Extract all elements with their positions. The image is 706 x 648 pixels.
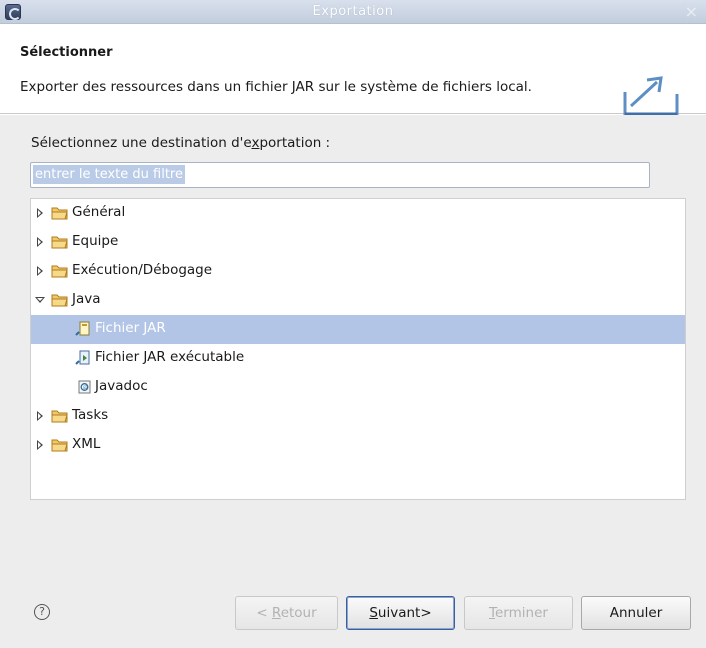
expand-arrow-icon[interactable] [35, 207, 45, 219]
destination-label: Sélectionnez une destination d'exportati… [31, 135, 331, 151]
tree-item[interactable]: Fichier JAR exécutable [31, 344, 685, 373]
tree-item-label: Général [72, 204, 126, 220]
tree-item-label: Javadoc [95, 378, 148, 394]
help-icon[interactable]: ? [34, 604, 50, 620]
finish-button[interactable]: Terminer [464, 596, 573, 630]
tree-item[interactable]: Tasks [31, 402, 685, 431]
javadoc-icon: @ [75, 379, 93, 395]
expand-arrow-icon[interactable] [35, 265, 45, 277]
tree-item-label: XML [72, 436, 101, 452]
wizard-header: Sélectionner Exporter des ressources dan… [0, 24, 706, 116]
window-title: Exportation [312, 4, 394, 19]
tree-item-label: Java [72, 291, 101, 307]
runnable-jar-icon [75, 350, 93, 366]
filter-text: entrer le texte du filtre [33, 165, 185, 184]
export-destination-tree[interactable]: Général Equipe Exécution/Débogage Java Fichi… [30, 198, 686, 500]
tree-item-label: Fichier JAR [95, 320, 166, 336]
folder-icon [51, 205, 69, 221]
tree-item[interactable]: Exécution/Débogage [31, 257, 685, 286]
wizard-body: Sélectionnez une destination d'exportati… [0, 115, 706, 648]
tree-item-label: Fichier JAR exécutable [95, 349, 245, 365]
tree-item-label: Equipe [72, 233, 119, 249]
export-wizard-icon [623, 76, 679, 116]
tree-item-label: Exécution/Débogage [72, 262, 213, 278]
svg-text:@: @ [83, 385, 88, 391]
tree-item[interactable]: Fichier JAR [31, 315, 685, 344]
tree-item[interactable]: @ Javadoc [31, 373, 685, 402]
tree-item[interactable]: XML [31, 431, 685, 460]
tree-item-label: Tasks [72, 407, 109, 423]
title-bar: Exportation × [0, 0, 706, 24]
collapse-arrow-icon[interactable] [35, 294, 45, 306]
tree-item[interactable]: Equipe [31, 228, 685, 257]
back-button[interactable]: < Retour [235, 596, 338, 630]
next-button[interactable]: Suivant> [346, 596, 455, 630]
folder-icon [51, 263, 69, 279]
jar-file-icon [75, 321, 93, 337]
page-title: Sélectionner [20, 45, 113, 60]
expand-arrow-icon[interactable] [35, 410, 45, 422]
folder-icon [51, 437, 69, 453]
folder-icon [51, 234, 69, 250]
folder-icon [51, 408, 69, 424]
expand-arrow-icon[interactable] [35, 236, 45, 248]
tree-item[interactable]: Général [31, 199, 685, 228]
tree-item[interactable]: Java [31, 286, 685, 315]
expand-arrow-icon[interactable] [35, 439, 45, 451]
close-icon[interactable]: × [685, 2, 698, 21]
page-description: Exporter des ressources dans un fichier … [20, 79, 532, 95]
filter-input[interactable]: entrer le texte du filtre [30, 162, 650, 188]
cancel-button[interactable]: Annuler [581, 596, 691, 630]
folder-icon [51, 292, 69, 308]
